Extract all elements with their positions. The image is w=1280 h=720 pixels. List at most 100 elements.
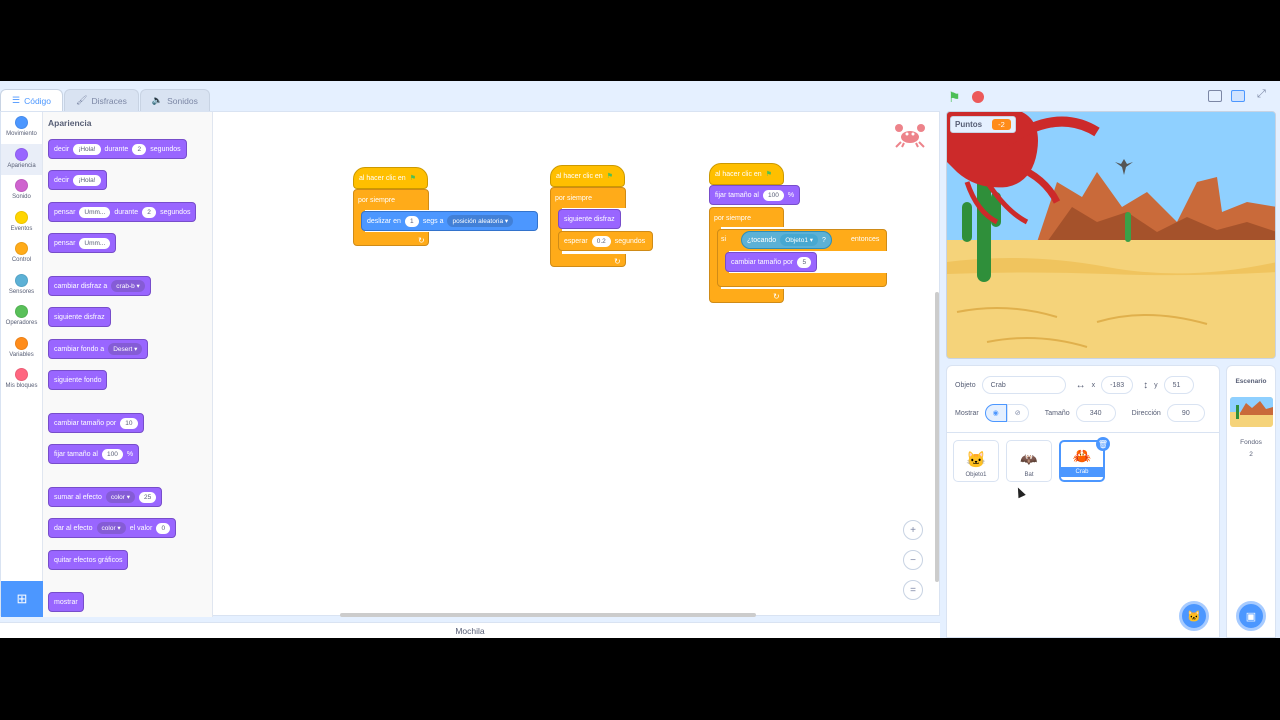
set-size-block[interactable]: fijar tamaño al 100%	[709, 185, 801, 205]
show-visible-button[interactable]: ◉	[984, 404, 1007, 422]
change-size-input[interactable]: 5	[797, 256, 812, 268]
tab-code[interactable]: ☰ Código	[0, 89, 64, 111]
when-flag-clicked-block[interactable]: al hacer clic en ⚑	[550, 165, 625, 187]
stage-selector[interactable]: Escenario Fondos 2	[1226, 365, 1276, 638]
choose-backdrop-button[interactable]: ▣	[1236, 601, 1266, 631]
think-secs-input[interactable]: 2	[142, 206, 157, 218]
x-arrows-icon: ↔	[1075, 379, 1086, 391]
zoom-reset-button[interactable]: =	[903, 580, 923, 600]
glide-target-dropdown[interactable]: posición aleatoria ▾	[447, 215, 514, 227]
sprite-direction-input[interactable]: 90	[1166, 404, 1205, 422]
say-text-input[interactable]: ¡Hola!	[73, 143, 101, 155]
block-change-size[interactable]: cambiar tamaño por 10	[48, 413, 144, 433]
small-stage-button[interactable]	[1208, 90, 1222, 102]
category-sensing[interactable]: Sensores	[1, 270, 42, 302]
think-text-input[interactable]: Umm...	[79, 206, 111, 218]
next-costume-block[interactable]: siguiente disfraz	[558, 209, 621, 229]
sprite-y-input[interactable]: 51	[1163, 376, 1194, 394]
wait-secs-input[interactable]: 0.2	[591, 235, 611, 247]
stage-pane-title: Escenario	[1235, 378, 1267, 385]
block-switch-backdrop[interactable]: cambiar fondo a Desert ▾	[48, 339, 149, 359]
category-looks[interactable]: Apariencia	[1, 143, 42, 175]
touching-object-dropdown[interactable]: Objeto1 ▾	[780, 234, 819, 246]
set-size-input[interactable]: 100	[101, 448, 123, 460]
green-flag-button[interactable]: ⚑	[948, 89, 961, 106]
brush-icon: 🖌	[76, 95, 88, 105]
desert-backdrop	[947, 112, 1275, 358]
delete-sprite-button[interactable]: 🗑	[1096, 437, 1110, 451]
block-switch-costume[interactable]: cambiar disfraz a crab-b ▾	[48, 276, 151, 296]
category-control[interactable]: Control	[1, 238, 42, 270]
green-flag-icon: ⚑	[409, 175, 416, 182]
tab-sounds[interactable]: 🔈 Sonidos	[139, 89, 210, 111]
zoom-in-icon: +	[910, 524, 916, 536]
block-say-for-secs[interactable]: decir ¡Hola! durante 2 segundos	[48, 139, 187, 159]
category-operators[interactable]: Operadores	[1, 301, 42, 333]
category-sound[interactable]: Sonido	[1, 175, 42, 207]
stop-button[interactable]	[972, 91, 984, 103]
fullscreen-button[interactable]: ⤢	[1257, 88, 1266, 101]
say-secs-input[interactable]: 2	[132, 143, 147, 155]
backdrop-thumbnail[interactable]	[1230, 397, 1273, 427]
stage-canvas[interactable]: Puntos -2	[946, 111, 1276, 359]
cat-plus-icon: 🐱	[1187, 610, 1201, 623]
touching-block[interactable]: ¿tocando Objeto1 ▾?	[741, 231, 832, 249]
block-change-effect[interactable]: sumar al efecto color ▾ 25	[48, 487, 163, 507]
block-set-size[interactable]: fijar tamaño al 100%	[48, 444, 140, 464]
glide-block[interactable]: deslizar en 1 segs a posición aleatoria ▾	[361, 211, 538, 231]
change-size-block[interactable]: cambiar tamaño por 5	[725, 252, 818, 272]
score-value: -2	[992, 119, 1011, 130]
block-set-effect[interactable]: dar al efecto color ▾ el valor 0	[48, 518, 177, 538]
block-next-backdrop[interactable]: siguiente fondo	[48, 370, 108, 390]
block-say[interactable]: decir ¡Hola!	[48, 170, 107, 190]
then-label: entonces	[851, 236, 880, 243]
sensing-dot-icon	[15, 273, 28, 287]
block-show[interactable]: mostrar	[48, 592, 84, 612]
effect-value-input[interactable]: 0	[156, 522, 171, 534]
add-extension-button[interactable]: ⊞	[1, 581, 43, 617]
change-size-input[interactable]: 10	[120, 417, 138, 429]
show-hidden-button[interactable]: ⊘	[1006, 404, 1029, 422]
forever-label: por siempre	[714, 214, 751, 222]
sprite-x-input[interactable]: -183	[1101, 376, 1134, 394]
costume-dropdown[interactable]: crab-b ▾	[111, 280, 145, 292]
effect-amount-input[interactable]: 25	[139, 491, 157, 503]
stage-header: ⚑ ⤢	[946, 86, 1280, 108]
set-size-input[interactable]: 100	[762, 189, 784, 201]
when-flag-clicked-block[interactable]: al hacer clic en ⚑	[353, 167, 428, 189]
large-stage-button[interactable]	[1231, 90, 1245, 102]
effect-dropdown[interactable]: color ▾	[96, 522, 126, 534]
script-area[interactable]: al hacer clic en ⚑ por siempre deslizar e…	[213, 112, 941, 617]
sprite-info-row-1: Objeto Crab ↔ x -183 ↕ y 51	[955, 376, 1194, 394]
choose-sprite-button[interactable]: 🐱	[1179, 601, 1209, 631]
think-text-input[interactable]: Umm...	[79, 237, 111, 249]
block-clear-effects[interactable]: quitar efectos gráficos	[48, 550, 129, 570]
say-text-input[interactable]: ¡Hola!	[73, 174, 101, 186]
block-next-costume[interactable]: siguiente disfraz	[48, 307, 111, 327]
tab-costumes[interactable]: 🖌 Disfraces	[64, 89, 139, 111]
sprite-thumb-objeto1[interactable]: 🐱 Objeto1	[953, 440, 999, 482]
sprite-thumb-bat[interactable]: 🦇 Bat	[1006, 440, 1052, 482]
effect-dropdown[interactable]: color ▾	[105, 491, 136, 503]
score-monitor[interactable]: Puntos -2	[950, 116, 1016, 133]
category-motion[interactable]: Movimiento	[1, 112, 42, 144]
wait-block[interactable]: esperar 0.2 segundos	[558, 231, 653, 251]
block-think-for-secs[interactable]: pensar Umm... durante 2 segundos	[48, 202, 197, 222]
backpack-bar[interactable]: Mochila	[0, 622, 940, 638]
sprite-size-input[interactable]: 340	[1075, 404, 1116, 422]
when-flag-clicked-block[interactable]: al hacer clic en ⚑	[709, 163, 784, 185]
y-arrows-icon: ↕	[1143, 379, 1149, 391]
category-variables[interactable]: Variables	[1, 333, 42, 365]
script-area-v-scrollbar[interactable]	[935, 292, 939, 582]
category-my-blocks[interactable]: Mis bloques	[1, 364, 42, 396]
events-dot-icon	[15, 210, 28, 224]
zoom-out-button[interactable]: −	[903, 550, 923, 570]
backdrop-dropdown[interactable]: Desert ▾	[108, 343, 143, 355]
category-events[interactable]: Eventos	[1, 207, 42, 239]
block-think[interactable]: pensar Umm...	[48, 233, 117, 253]
script-area-h-scrollbar[interactable]	[340, 613, 756, 617]
zoom-in-button[interactable]: +	[903, 520, 923, 540]
green-flag-icon: ⚑	[765, 171, 772, 178]
glide-secs-input[interactable]: 1	[404, 215, 419, 227]
sprite-name-input[interactable]: Crab	[981, 376, 1066, 394]
